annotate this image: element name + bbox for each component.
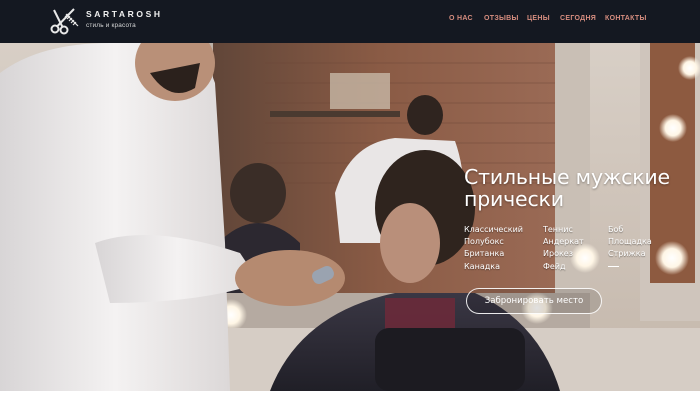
style-kanadka[interactable]: Канадка [464, 261, 523, 273]
style-polubox[interactable]: Полубокс [464, 236, 523, 248]
style-undercut[interactable]: Андеркат [543, 236, 584, 248]
nav-about[interactable]: О НАС [449, 15, 473, 22]
styles-column-1: Классический Полубокс Британка Канадка [464, 224, 523, 273]
nav-contacts[interactable]: КОНТАКТЫ [605, 15, 647, 22]
hero-background-image [0, 43, 700, 391]
page-bottom-area [0, 391, 700, 419]
styles-divider [608, 265, 619, 267]
styles-column-3: Боб Площадка Стрижка [608, 224, 652, 267]
hero-title: Стильные мужские прически [464, 165, 670, 211]
style-ploshadka[interactable]: Площадка [608, 236, 652, 248]
nav-today[interactable]: СЕГОДНЯ [560, 15, 596, 22]
style-bob[interactable]: Боб [608, 224, 652, 236]
style-tennis[interactable]: Теннис [543, 224, 584, 236]
styles-column-2: Теннис Андеркат Ирокез Фейд [543, 224, 584, 273]
hero-section: Стильные мужские прически Классический П… [0, 43, 700, 391]
nav-reviews[interactable]: ОТЗЫВЫ [484, 15, 519, 22]
style-britanka[interactable]: Британка [464, 248, 523, 260]
style-classic[interactable]: Классический [464, 224, 523, 236]
style-strizhka[interactable]: Стрижка [608, 248, 652, 260]
book-place-button[interactable]: Забронировать место [466, 288, 602, 314]
style-mohawk[interactable]: Ирокез [543, 248, 584, 260]
top-navbar: SARTAROSH стиль и красота О НАС ОТЗЫВЫ Ц… [0, 0, 700, 43]
main-nav: О НАС ОТЗЫВЫ ЦЕНЫ СЕГОДНЯ КОНТАКТЫ [0, 15, 700, 27]
style-fade[interactable]: Фейд [543, 261, 584, 273]
nav-prices[interactable]: ЦЕНЫ [527, 15, 550, 22]
